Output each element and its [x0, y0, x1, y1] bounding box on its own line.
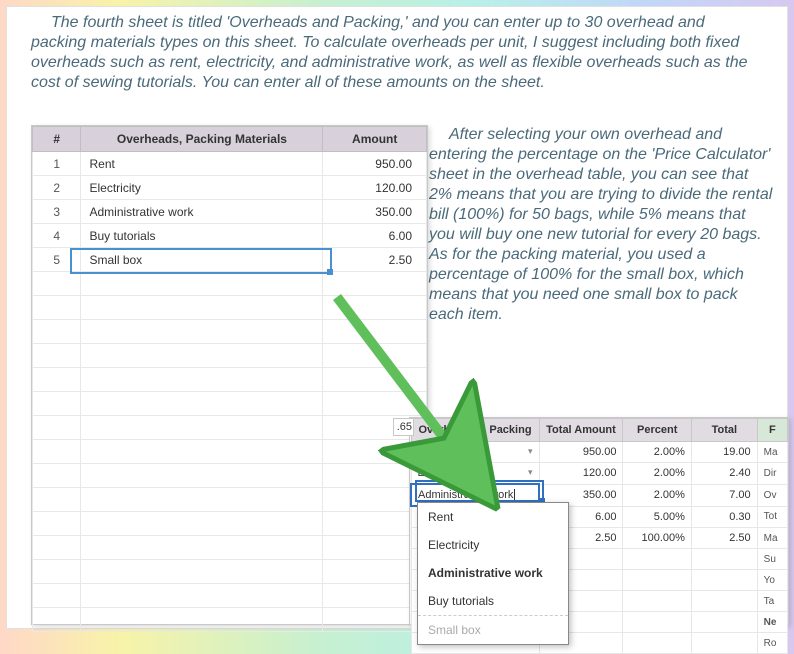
cell-percent[interactable]: 2.00%: [623, 463, 691, 485]
cell-amount[interactable]: 950.00: [323, 152, 427, 176]
chevron-down-icon[interactable]: ▾: [528, 446, 533, 457]
cell-total-amount[interactable]: 120.00: [539, 463, 623, 485]
intro-paragraph: The fourth sheet is titled 'Overheads an…: [7, 7, 787, 95]
green-arrow-icon: [327, 287, 487, 487]
table-row-empty[interactable]: [33, 512, 427, 536]
cell-side: Su: [757, 549, 787, 570]
col-num: #: [33, 127, 81, 152]
cell-percent[interactable]: 2.00%: [623, 442, 691, 463]
cell-amount[interactable]: 6.00: [323, 224, 427, 248]
cell-name[interactable]: Rent: [81, 152, 323, 176]
cell-percent[interactable]: 2.00%: [623, 484, 691, 506]
cell-side: Ma: [757, 442, 787, 463]
cell-num: 1: [33, 152, 81, 176]
table-row[interactable]: 5Small box2.50: [33, 248, 427, 272]
col-total-amount: Total Amount: [539, 419, 623, 442]
cell-num: 2: [33, 176, 81, 200]
chevron-down-icon[interactable]: ▾: [528, 467, 533, 478]
cell-num: 5: [33, 248, 81, 272]
cell-total-amount[interactable]: 950.00: [539, 442, 623, 463]
col-amount: Amount: [323, 127, 427, 152]
table-row[interactable]: 4Buy tutorials6.00: [33, 224, 427, 248]
dropdown-item[interactable]: Electricity: [418, 531, 568, 559]
cell-total[interactable]: 7.00: [691, 484, 757, 506]
cell-amount[interactable]: 120.00: [323, 176, 427, 200]
cell-side: Ta: [757, 591, 787, 612]
cell-name[interactable]: Buy tutorials: [81, 224, 323, 248]
dropdown-item[interactable]: Administrative work: [418, 559, 568, 587]
table-row-empty[interactable]: [33, 560, 427, 584]
table-header-row: # Overheads, Packing Materials Amount: [33, 127, 427, 152]
cell-side: Tot: [757, 506, 787, 528]
cell-name[interactable]: Electricity: [81, 176, 323, 200]
col-percent: Percent: [623, 419, 691, 442]
overhead-dropdown[interactable]: Rent Electricity Administrative work Buy…: [417, 502, 569, 645]
dropdown-item[interactable]: Small box: [418, 615, 568, 644]
table-row-empty[interactable]: [33, 536, 427, 560]
cell-side: Yo: [757, 570, 787, 591]
dropdown-item[interactable]: Rent: [418, 503, 568, 531]
cell-total[interactable]: 19.00: [691, 442, 757, 463]
table-row-empty[interactable]: [33, 488, 427, 512]
cell-name[interactable]: Small box: [81, 248, 323, 272]
col-total: Total: [691, 419, 757, 442]
cell-percent[interactable]: 100.00%: [623, 528, 691, 549]
cell-num: 4: [33, 224, 81, 248]
table-row-empty[interactable]: [33, 608, 427, 632]
col-name: Overheads, Packing Materials: [81, 127, 323, 152]
cell-side: Ro: [757, 633, 787, 654]
cell-amount[interactable]: 350.00: [323, 200, 427, 224]
table-row[interactable]: 1Rent950.00: [33, 152, 427, 176]
cell-name[interactable]: Administrative work: [81, 200, 323, 224]
cell-side: Dir: [757, 463, 787, 485]
cell-side: Ma: [757, 528, 787, 549]
cell-side: Ov: [757, 484, 787, 506]
cell-total[interactable]: 2.50: [691, 528, 757, 549]
cell-amount[interactable]: 2.50: [323, 248, 427, 272]
cell-side: Ne: [757, 612, 787, 633]
col-side: F: [757, 419, 787, 442]
table-row[interactable]: 2Electricity120.00: [33, 176, 427, 200]
cell-total[interactable]: 2.40: [691, 463, 757, 485]
table-row[interactable]: 3Administrative work350.00: [33, 200, 427, 224]
cell-num: 3: [33, 200, 81, 224]
table-row-empty[interactable]: [33, 584, 427, 608]
cell-total[interactable]: 0.30: [691, 506, 757, 528]
cell-percent[interactable]: 5.00%: [623, 506, 691, 528]
dropdown-item[interactable]: Buy tutorials: [418, 587, 568, 615]
